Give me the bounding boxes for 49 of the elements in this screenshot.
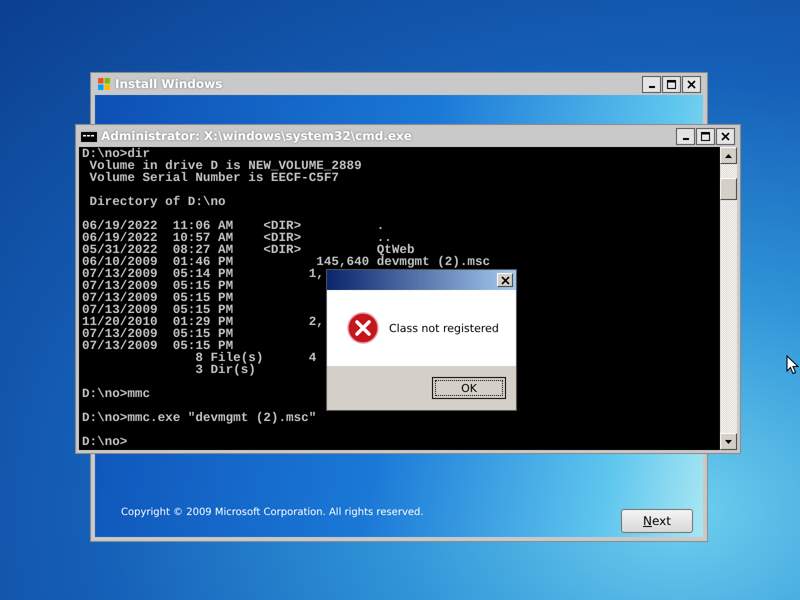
up-arrow-icon xyxy=(725,154,732,158)
next-button[interactable]: Next xyxy=(621,509,693,533)
console-line: 07/13/2009 05:15 PM xyxy=(82,304,234,316)
console-line: 06/10/2009 01:46 PM 145,640 devmgmt (2).msc xyxy=(82,256,490,268)
close-button[interactable] xyxy=(682,76,701,92)
window-title: Administrator: X:\windows\system32\cmd.exe xyxy=(101,129,413,143)
console-line: 05/31/2022 08:27 AM <DIR> QtWeb xyxy=(82,244,415,256)
console-line: 06/19/2022 11:06 AM <DIR> . xyxy=(82,220,384,232)
console-line: 11/20/2010 01:29 PM 2, xyxy=(82,316,324,328)
minimize-icon xyxy=(648,86,654,88)
console-line: 07/13/2009 05:14 PM 1, xyxy=(82,268,324,280)
console-line: 07/13/2009 05:15 PM xyxy=(82,292,234,304)
maximize-icon xyxy=(701,132,710,140)
maximize-button[interactable] xyxy=(662,76,681,92)
close-icon xyxy=(687,80,696,88)
minimize-button[interactable] xyxy=(676,128,695,144)
console-line: D:\no>mmc xyxy=(82,388,150,400)
error-icon xyxy=(347,312,379,344)
console-line: D:\no>mmc.exe "devmgmt (2).msc" xyxy=(82,412,316,424)
copyright-text: Copyright © 2009 Microsoft Corporation. All rights reserved. xyxy=(121,507,424,518)
scrollbar[interactable] xyxy=(720,147,737,450)
console-line: D:\no> xyxy=(82,436,128,448)
console-icon xyxy=(81,130,97,142)
console-line: 07/13/2009 05:15 PM xyxy=(82,340,234,352)
scroll-thumb[interactable] xyxy=(720,178,737,200)
console-line: 07/13/2009 05:15 PM xyxy=(82,280,234,292)
minimize-button[interactable] xyxy=(642,76,661,92)
scroll-down-button[interactable] xyxy=(720,433,737,450)
console-line: D:\no>dir xyxy=(82,148,150,160)
mouse-pointer-icon xyxy=(786,355,799,375)
console-line: Directory of D:\no xyxy=(88,196,226,208)
window-title: Install Windows xyxy=(115,77,224,91)
scroll-up-button[interactable] xyxy=(720,147,737,164)
console-line: Volume Serial Number is EECF-C5F7 xyxy=(88,172,339,184)
error-message: Class not registered xyxy=(389,322,499,334)
console-line: 3 Dir(s) xyxy=(194,364,256,376)
minimize-icon xyxy=(682,138,688,140)
close-icon xyxy=(721,132,730,140)
console-line: 06/19/2022 10:57 AM <DIR> .. xyxy=(82,232,392,244)
maximize-button[interactable] xyxy=(696,128,715,144)
console-line: 07/13/2009 05:15 PM xyxy=(82,328,234,340)
console-line: Volume in drive D is NEW_VOLUME_2889 xyxy=(88,160,362,172)
ok-button[interactable]: OK xyxy=(432,377,506,399)
close-button[interactable] xyxy=(716,128,735,144)
console-line: 8 File(s) 4 xyxy=(194,352,316,364)
windows-flag-icon xyxy=(97,77,111,91)
maximize-icon xyxy=(667,80,676,88)
down-arrow-icon xyxy=(725,440,732,444)
close-icon xyxy=(500,276,510,284)
